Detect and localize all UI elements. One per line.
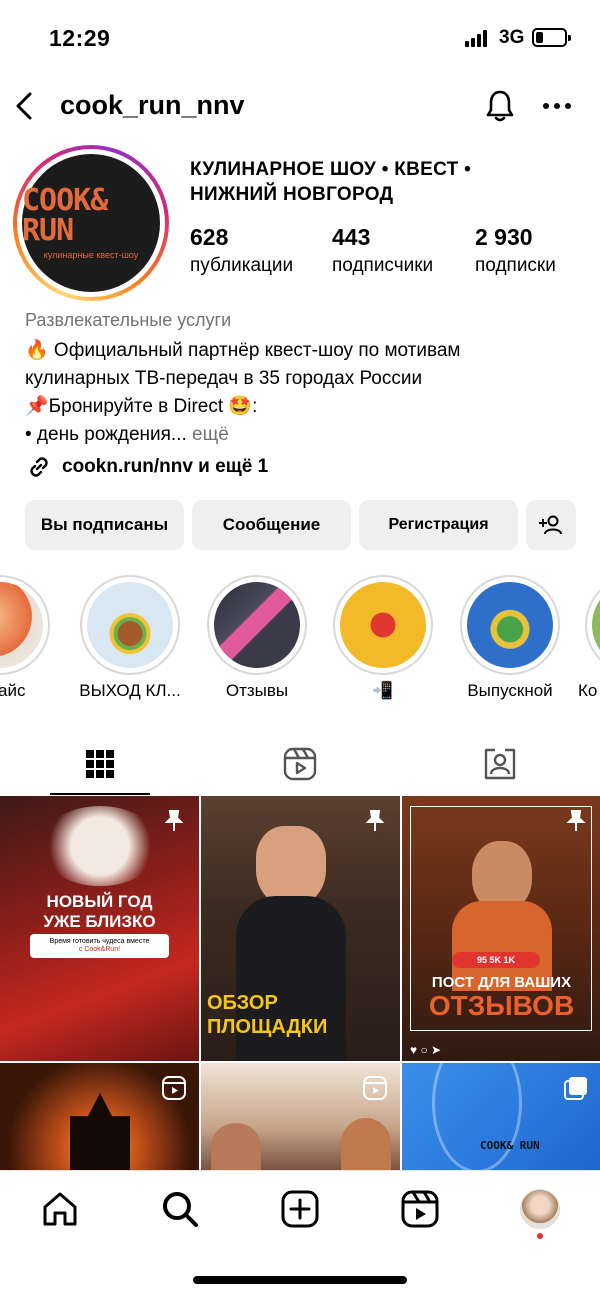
profile-avatar-nav[interactable] xyxy=(520,1189,560,1229)
post-thumbnail[interactable]: ОБЗОР ПЛОЩАДКИ xyxy=(201,796,400,1061)
highlight-item[interactable]: Выпускной xyxy=(460,575,560,700)
highlight-item[interactable]: айс xyxy=(0,575,50,700)
highlight-item[interactable]: Ко xyxy=(578,575,600,700)
suggest-people-button[interactable] xyxy=(526,500,576,550)
avatar-logo-subtitle: кулинарные квест-шоу xyxy=(43,250,139,260)
grid-icon xyxy=(86,750,114,778)
bell-icon[interactable] xyxy=(484,88,516,124)
subscribed-button[interactable]: Вы подписаны xyxy=(25,500,184,550)
profile-display-name: КУЛИНАРНОЕ ШОУ • КВЕСТ • НИЖНИЙ НОВГОРОД xyxy=(190,159,472,205)
profile-header: cook_run_nnv xyxy=(0,76,600,136)
signal-icon xyxy=(465,30,491,47)
message-button[interactable]: Сообщение xyxy=(192,500,351,550)
reels-nav-icon[interactable] xyxy=(400,1189,440,1229)
posts-grid: НОВЫЙ ГОД УЖЕ БЛИЗКО Время готовить чудес… xyxy=(0,796,600,1170)
stat-followers[interactable]: 443 подписчики xyxy=(332,224,433,277)
profile-category: Развлекательные услуги xyxy=(25,310,232,330)
post-subtitle: Время готовить чудеса вместе с Cook&Run! xyxy=(30,934,169,958)
more-options-icon[interactable] xyxy=(540,94,574,118)
network-type: 3G xyxy=(499,27,525,48)
post-stats-badge: 95 5K 1K xyxy=(452,952,540,968)
post-headline: НОВЫЙ ГОД УЖЕ БЛИЗКО xyxy=(43,892,156,931)
post-logo-text: COOK& RUN xyxy=(480,1139,540,1152)
stat-posts[interactable]: 628 публикации xyxy=(190,224,293,277)
story-highlights: айс ВЫХОД КЛ... Отзывы 📲 Выпускной Ко xyxy=(0,575,600,710)
tab-tagged[interactable] xyxy=(400,733,600,795)
profile-link[interactable]: cookn.run/nnv и ещё 1 xyxy=(25,452,268,482)
tab-reels[interactable] xyxy=(200,733,400,795)
bottom-navigation xyxy=(0,1170,600,1250)
highlight-item[interactable]: ВЫХОД КЛ... xyxy=(79,575,181,700)
bio-more-link[interactable]: ещё xyxy=(187,424,229,445)
post-thumbnail[interactable]: НОВЫЙ ГОД УЖЕ БЛИЗКО Время готовить чудес… xyxy=(0,796,199,1061)
status-time: 12:29 xyxy=(49,25,111,51)
home-indicator xyxy=(193,1276,407,1284)
reel-badge-icon xyxy=(162,1076,186,1100)
link-icon xyxy=(30,457,48,477)
pin-icon xyxy=(566,810,586,831)
post-headline: ПОСТ ДЛЯ ВАШИХ ОТЗЫВОВ xyxy=(428,974,575,1021)
highlight-item[interactable]: Отзывы xyxy=(207,575,307,700)
status-bar: 12:29 3G xyxy=(0,0,600,76)
notification-dot xyxy=(537,1233,543,1239)
post-thumbnail[interactable] xyxy=(0,1063,199,1170)
tab-grid[interactable] xyxy=(0,733,200,795)
post-thumbnail[interactable]: 95 5K 1K ПОСТ ДЛЯ ВАШИХ ОТЗЫВОВ ♥ ○ ➤ xyxy=(402,796,600,1061)
battery-icon xyxy=(532,28,571,47)
search-icon[interactable] xyxy=(160,1189,200,1229)
register-button[interactable]: Регистрация xyxy=(359,500,518,550)
profile-avatar[interactable]: COOK& RUN кулинарные квест-шоу xyxy=(13,145,169,301)
add-person-icon xyxy=(539,515,562,535)
post-headline: ОБЗОР ПЛОЩАДКИ xyxy=(207,992,328,1038)
home-icon[interactable] xyxy=(40,1189,80,1229)
pin-icon xyxy=(365,810,385,831)
profile-bio: 🔥 Официальный партнёр квест-шоу по мотив… xyxy=(25,340,461,445)
profile-link-text: cookn.run/nnv и ещё 1 xyxy=(62,456,269,477)
reel-badge-icon xyxy=(363,1076,387,1100)
profile-tabs xyxy=(0,733,600,795)
carousel-icon xyxy=(564,1077,587,1100)
pin-icon xyxy=(164,810,184,831)
post-thumbnail[interactable]: COOK& RUN xyxy=(402,1063,600,1170)
post-actions-row: ♥ ○ ➤ xyxy=(410,1043,442,1057)
avatar-logo-text: COOK& RUN xyxy=(22,183,108,248)
reels-icon xyxy=(283,747,317,781)
create-post-icon[interactable] xyxy=(280,1189,320,1229)
post-thumbnail[interactable] xyxy=(201,1063,400,1170)
stat-following[interactable]: 2 930 подписки xyxy=(475,224,556,277)
tagged-person-icon xyxy=(484,747,516,780)
profile-username: cook_run_nnv xyxy=(60,90,245,120)
highlight-item[interactable]: 📲 xyxy=(333,575,433,700)
back-arrow-icon[interactable] xyxy=(10,88,40,124)
